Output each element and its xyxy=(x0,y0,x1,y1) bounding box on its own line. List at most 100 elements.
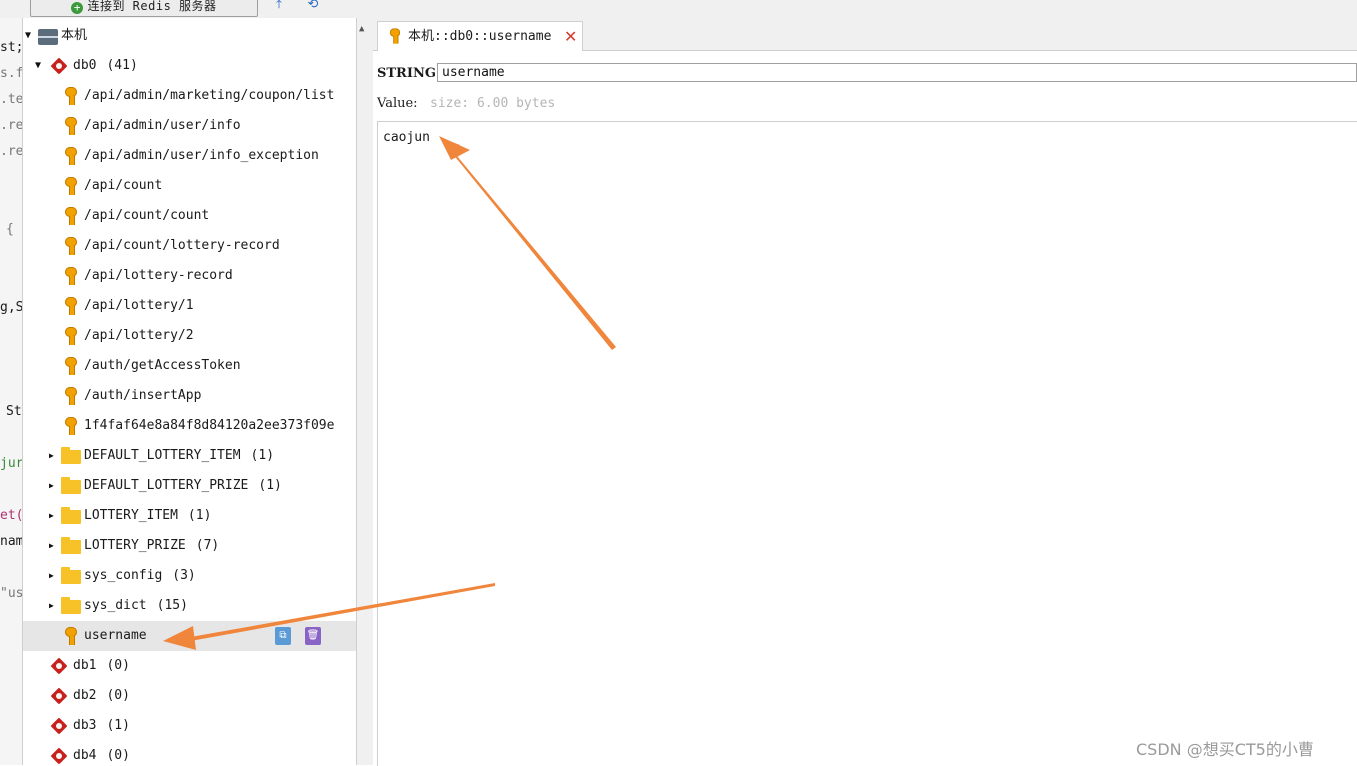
code-fragment: { xyxy=(6,222,14,237)
db-label: db2 (0) xyxy=(73,688,130,703)
tree-key[interactable]: /api/count xyxy=(23,171,356,201)
expand-right-icon[interactable]: ▶ xyxy=(49,561,54,591)
tree-key[interactable]: /api/admin/user/info xyxy=(23,111,356,141)
key-icon xyxy=(64,357,78,375)
key-icon xyxy=(64,177,78,195)
key-icon xyxy=(64,327,78,345)
tree-key[interactable]: /api/admin/marketing/coupon/list xyxy=(23,81,356,111)
key-icon xyxy=(64,87,78,105)
value-text[interactable]: caojun xyxy=(383,130,430,145)
code-editor-strip: st; s.f .te .re .re { g,S St jur et( nam… xyxy=(0,18,23,765)
tree-node-db1[interactable]: db1 (0) xyxy=(23,651,356,681)
folder-icon xyxy=(61,537,81,554)
code-fragment: .re xyxy=(0,144,23,159)
type-label: STRING: xyxy=(377,66,441,81)
value-editor[interactable]: caojun xyxy=(377,121,1357,766)
expand-right-icon[interactable]: ▶ xyxy=(49,591,54,621)
expand-right-icon[interactable]: ▶ xyxy=(49,441,54,471)
tree-node-db0[interactable]: ▼ db0 (41) xyxy=(23,51,356,81)
db-label: db0 (41) xyxy=(73,58,138,73)
key-label: /auth/insertApp xyxy=(84,388,202,403)
tree-key[interactable]: /api/count/count xyxy=(23,201,356,231)
tree-node-server[interactable]: ▼ 本机 xyxy=(23,21,356,51)
tree-folder[interactable]: ▶ DEFAULT_LOTTERY_ITEM (1) xyxy=(23,441,356,471)
tree-node-db4[interactable]: db4 (0) xyxy=(23,741,356,765)
key-label: 1f4faf64e8a84f8d84120a2ee373f09e xyxy=(84,418,335,433)
key-tree: ▼ 本机 ▼ db0 (41) /api/admin/marketing/coup… xyxy=(23,18,356,765)
tree-folder[interactable]: ▶ DEFAULT_LOTTERY_PRIZE (1) xyxy=(23,471,356,501)
folder-icon xyxy=(61,567,81,584)
tree-folder[interactable]: ▶ LOTTERY_ITEM (1) xyxy=(23,501,356,531)
key-label: /api/count/count xyxy=(84,208,210,223)
tree-key[interactable]: /api/lottery-record xyxy=(23,261,356,291)
key-label: /auth/getAccessToken xyxy=(84,358,241,373)
folder-label: DEFAULT_LOTTERY_PRIZE (1) xyxy=(84,478,282,493)
expand-right-icon[interactable]: ▶ xyxy=(49,531,54,561)
watermark: CSDN @想买CT5的小曹 xyxy=(1136,740,1314,759)
code-fragment: jur xyxy=(0,456,23,471)
key-icon xyxy=(64,627,78,645)
expand-down-icon[interactable]: ▼ xyxy=(35,51,41,81)
close-icon[interactable]: ✕ xyxy=(564,22,577,52)
tree-node-db3[interactable]: db3 (1) xyxy=(23,711,356,741)
tree-folder[interactable]: ▶ LOTTERY_PRIZE (7) xyxy=(23,531,356,561)
tree-key[interactable]: /api/lottery/1 xyxy=(23,291,356,321)
database-icon xyxy=(48,658,70,674)
database-icon xyxy=(48,688,70,704)
folder-label: sys_config (3) xyxy=(84,568,196,583)
key-label: /api/lottery/2 xyxy=(84,328,194,343)
expand-down-icon[interactable]: ▼ xyxy=(25,21,31,51)
copy-key-icon[interactable]: ⧉ xyxy=(275,627,291,645)
tab-bar: 本机::db0::username ✕ xyxy=(373,18,1357,51)
db-label: db1 (0) xyxy=(73,658,130,673)
tree-key[interactable]: 1f4faf64e8a84f8d84120a2ee373f09e xyxy=(23,411,356,441)
sync-icon[interactable]: ⟲ xyxy=(304,0,322,13)
value-panel: 本机::db0::username ✕ STRING: Value: size:… xyxy=(373,18,1357,766)
database-icon xyxy=(48,718,70,734)
tab-username[interactable]: 本机::db0::username ✕ xyxy=(377,21,583,51)
tree-node-db2[interactable]: db2 (0) xyxy=(23,681,356,711)
tree-key[interactable]: /auth/insertApp xyxy=(23,381,356,411)
expand-right-icon[interactable]: ▶ xyxy=(49,501,54,531)
code-fragment: g,S xyxy=(0,300,23,315)
key-icon xyxy=(64,267,78,285)
tree-key-selected[interactable]: username ⧉ 🗑 xyxy=(23,621,356,651)
expand-right-icon[interactable]: ▶ xyxy=(49,471,54,501)
tree-folder[interactable]: ▶ sys_dict (15) xyxy=(23,591,356,621)
delete-key-icon[interactable]: 🗑 xyxy=(305,627,321,645)
key-name-input[interactable] xyxy=(437,63,1357,82)
key-label: /api/admin/user/info_exception xyxy=(84,148,319,163)
folder-label: LOTTERY_PRIZE (7) xyxy=(84,538,220,553)
folder-label: LOTTERY_ITEM (1) xyxy=(84,508,212,523)
tab-label: 本机::db0::username xyxy=(408,29,552,44)
size-text: size: 6.00 bytes xyxy=(430,96,556,111)
tree-scrollbar[interactable]: ▲ xyxy=(356,18,374,765)
key-label: /api/count/lottery-record xyxy=(84,238,280,253)
folder-label: DEFAULT_LOTTERY_ITEM (1) xyxy=(84,448,275,463)
tree-folder[interactable]: ▶ sys_config (3) xyxy=(23,561,356,591)
tree-key[interactable]: /api/lottery/2 xyxy=(23,321,356,351)
connect-redis-button[interactable]: + 连接到 Redis 服务器 xyxy=(30,0,258,17)
db-label: db4 (0) xyxy=(73,748,130,763)
db-label: db3 (1) xyxy=(73,718,130,733)
database-icon xyxy=(48,58,70,74)
tree-key[interactable]: /auth/getAccessToken xyxy=(23,351,356,381)
key-icon xyxy=(64,147,78,165)
code-fragment: .te xyxy=(0,92,23,107)
key-label: /api/lottery-record xyxy=(84,268,233,283)
key-label: /api/lottery/1 xyxy=(84,298,194,313)
folder-icon xyxy=(61,597,81,614)
scroll-up-icon[interactable]: ▲ xyxy=(359,24,364,34)
tree-key[interactable]: /api/count/lottery-record xyxy=(23,231,356,261)
tree-key[interactable]: /api/admin/user/info_exception xyxy=(23,141,356,171)
key-label: /api/admin/user/info xyxy=(84,118,241,133)
code-fragment: nam xyxy=(0,534,23,549)
code-fragment: s.f xyxy=(0,66,23,81)
import-icon[interactable]: ⤒ xyxy=(270,0,288,13)
key-icon xyxy=(64,417,78,435)
folder-icon xyxy=(61,477,81,494)
key-icon xyxy=(64,207,78,225)
code-fragment: st; xyxy=(0,40,23,55)
code-fragment: .re xyxy=(0,118,23,133)
key-icon xyxy=(64,297,78,315)
